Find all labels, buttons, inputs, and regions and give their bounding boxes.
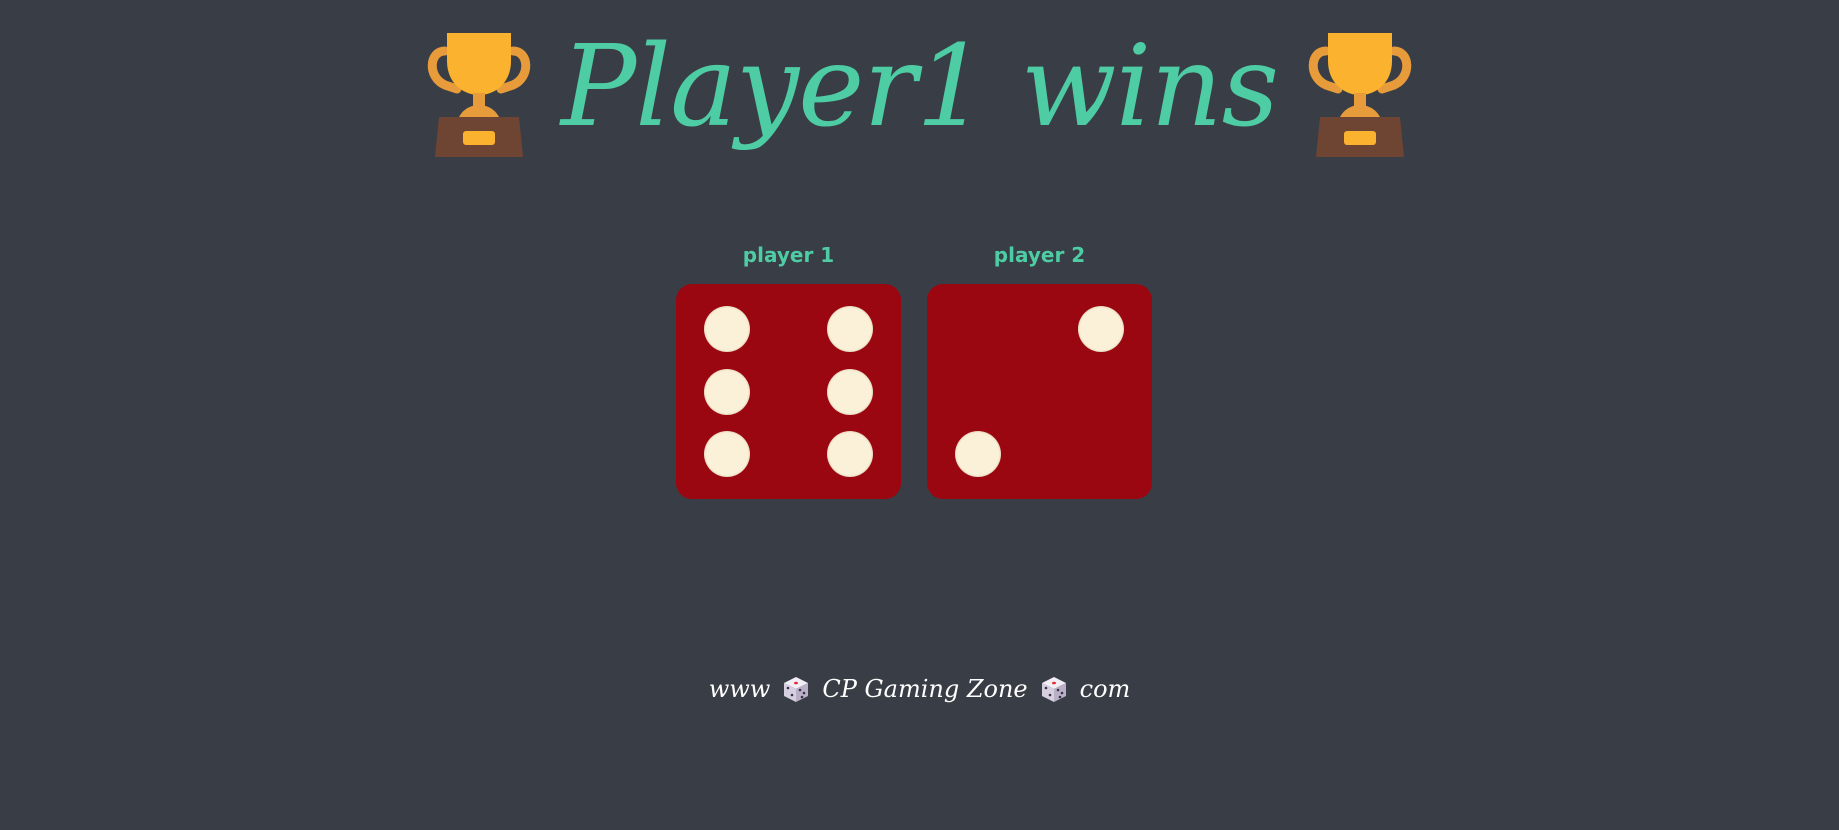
player-1-label: player 1 bbox=[742, 243, 835, 267]
die-pip bbox=[704, 368, 750, 415]
die-pip bbox=[1078, 306, 1124, 352]
winner-title: Player1 wins bbox=[560, 22, 1279, 152]
player-1: player 1 bbox=[676, 240, 901, 499]
die-pip bbox=[827, 431, 873, 477]
die-pip bbox=[704, 431, 750, 477]
player-2: player 2 bbox=[927, 240, 1152, 499]
die-pip bbox=[955, 431, 1001, 477]
footer-suffix: com bbox=[1079, 675, 1131, 703]
player-1-die[interactable] bbox=[676, 284, 901, 499]
player-2-die[interactable] bbox=[927, 284, 1152, 499]
dice-icon bbox=[784, 677, 809, 702]
footer-prefix: www bbox=[708, 675, 771, 703]
trophy-icon bbox=[427, 33, 531, 157]
dice-icon bbox=[1041, 677, 1066, 702]
player-2-label: player 2 bbox=[993, 243, 1086, 267]
die-pip bbox=[827, 306, 873, 352]
die-pip bbox=[827, 368, 873, 415]
footer-site-name: CP Gaming Zone bbox=[822, 675, 1028, 703]
trophy-icon bbox=[1308, 33, 1412, 157]
footer: www CP Gaming Zone com bbox=[0, 675, 1839, 703]
die-pip bbox=[704, 306, 750, 352]
players-area: player 1 player 2 bbox=[676, 240, 1152, 499]
winner-banner: Player1 wins bbox=[0, 20, 1839, 170]
